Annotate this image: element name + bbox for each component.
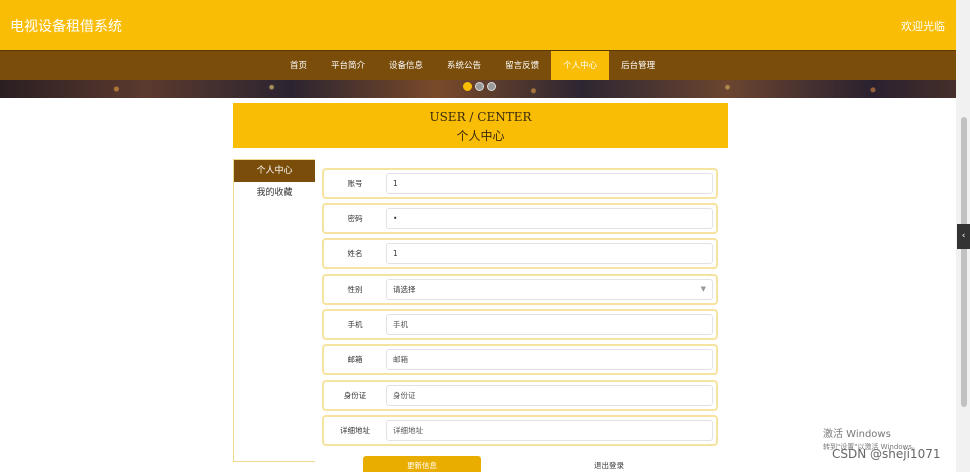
email-label: 邮箱 xyxy=(347,355,363,364)
account-label: 账号 xyxy=(347,179,363,188)
form-row-account: 账号 xyxy=(322,168,718,199)
name-label: 姓名 xyxy=(347,249,363,258)
form-row-email: 邮箱 xyxy=(322,344,718,375)
chevron-down-icon: ▼ xyxy=(700,285,706,293)
scrollbar-thumb[interactable] xyxy=(961,117,967,407)
form-row-name: 姓名 xyxy=(322,238,718,269)
main-nav: 首页 平台简介 设备信息 系统公告 留言反馈 个人中心 后台管理 xyxy=(0,50,970,81)
chevron-left-icon[interactable]: ‹ xyxy=(957,224,970,249)
nav-item-home[interactable]: 首页 xyxy=(278,51,319,81)
user-sidebar: 个人中心 我的收藏 xyxy=(233,159,315,462)
form-row-password: 密码 xyxy=(322,203,718,234)
section-title-cn: 个人中心 xyxy=(456,129,505,143)
gender-select-value: 请选择 xyxy=(393,285,416,294)
nav-item-user-center[interactable]: 个人中心 xyxy=(551,51,610,81)
password-label: 密码 xyxy=(347,214,363,223)
header: 电视设备租借系统 欢迎光临 xyxy=(0,0,970,50)
section-title-en: USER / CENTER xyxy=(429,110,532,124)
nav-item-devices[interactable]: 设备信息 xyxy=(377,51,435,81)
phone-input[interactable] xyxy=(386,314,713,335)
carousel-dots xyxy=(463,82,496,91)
password-input[interactable] xyxy=(386,208,713,229)
activation-title: 激活 Windows xyxy=(823,429,891,440)
welcome-text: 欢迎光临 xyxy=(901,20,945,33)
carousel-dot-2[interactable] xyxy=(475,82,484,91)
update-info-button[interactable]: 更新信息 xyxy=(363,456,481,472)
gender-label: 性别 xyxy=(347,285,363,294)
phone-label: 手机 xyxy=(347,320,363,329)
id-card-input[interactable] xyxy=(386,385,713,406)
form-row-gender: 性别 请选择 ▼ xyxy=(322,274,718,305)
nav-item-about[interactable]: 平台简介 xyxy=(319,51,377,81)
nav-item-announcements[interactable]: 系统公告 xyxy=(435,51,493,81)
address-label: 详细地址 xyxy=(340,426,370,435)
address-input[interactable] xyxy=(386,420,713,441)
csdn-watermark: CSDN @sheji1071 xyxy=(832,447,941,461)
form-row-id-card: 身份证 xyxy=(322,380,718,411)
carousel-dot-3[interactable] xyxy=(487,82,496,91)
site-title: 电视设备租借系统 xyxy=(10,19,122,35)
section-title-box: USER / CENTER 个人中心 xyxy=(233,103,728,148)
sidebar-item-user-center[interactable]: 个人中心 xyxy=(234,160,315,182)
account-input[interactable] xyxy=(386,173,713,194)
name-input[interactable] xyxy=(386,243,713,264)
gender-select[interactable]: 请选择 ▼ xyxy=(386,279,713,300)
carousel-dot-1[interactable] xyxy=(463,82,472,91)
form-row-address: 详细地址 xyxy=(322,415,718,446)
nav-item-admin[interactable]: 后台管理 xyxy=(609,51,667,81)
email-input[interactable] xyxy=(386,349,713,370)
nav-item-feedback[interactable]: 留言反馈 xyxy=(493,51,551,81)
sidebar-item-favorites[interactable]: 我的收藏 xyxy=(234,182,315,204)
id-card-label: 身份证 xyxy=(343,391,367,400)
logout-button[interactable]: 退出登录 xyxy=(594,460,624,471)
form-row-phone: 手机 xyxy=(322,309,718,340)
